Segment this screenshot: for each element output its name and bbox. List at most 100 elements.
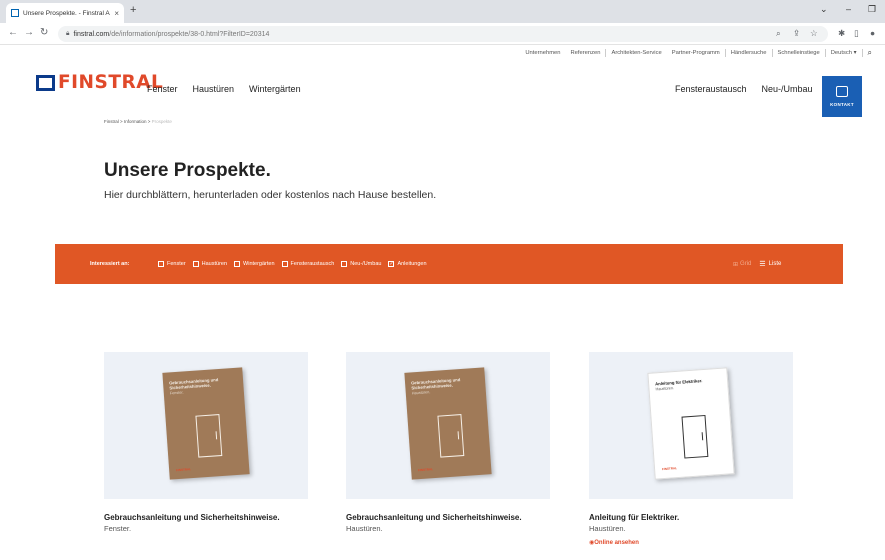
filter-option-label: Anleitungen — [397, 261, 427, 267]
side-panel-icon[interactable]: ▯ — [854, 28, 859, 39]
extensions-puzzle-icon[interactable]: ✱ — [838, 28, 845, 39]
card-subtitle: Haustüren. — [346, 524, 383, 533]
util-link-schnelleinstiege[interactable]: Schnelleinstiege — [773, 50, 825, 56]
nav-fenster[interactable]: Fenster — [147, 84, 178, 94]
finstral-logo[interactable]: FINSTRAL — [36, 73, 163, 92]
brochure-cover: Gebrauchsanleitung und Sicherheitshinwei… — [404, 367, 492, 480]
card-title[interactable]: Gebrauchsanleitung und Sicherheitshinwei… — [346, 512, 526, 523]
url-host: finstral.com — [73, 30, 110, 38]
filter-haustueren[interactable]: Haustüren — [192, 261, 228, 267]
brochure-thumbnail[interactable]: Gebrauchsanleitung und Sicherheitshinwei… — [104, 352, 308, 499]
tab-title: Unsere Prospekte. - Finstral AG — [23, 9, 111, 17]
brochure-cover-logo: FINSTRAL — [418, 467, 434, 473]
browser-tab[interactable]: Unsere Prospekte. - Finstral AG × — [6, 3, 124, 23]
card-subtitle: Haustüren. — [589, 524, 626, 533]
brochure-card[interactable]: Gebrauchsanleitung und Sicherheitshinwei… — [346, 352, 550, 533]
filter-option-label: Fensteraustausch — [290, 261, 335, 267]
address-bar: ← → ↻ 🔒︎ finstral.com/de/information/pro… — [0, 23, 885, 45]
checkbox-icon[interactable] — [192, 261, 199, 267]
minimize-window-icon[interactable]: – — [846, 4, 851, 14]
zoom-magnifier-icon[interactable]: ⌕ — [776, 28, 781, 39]
util-link-architekten-service[interactable]: Architekten-Service — [606, 50, 666, 56]
language-select[interactable]: Deutsch ▾ — [826, 50, 862, 56]
breadcrumb-current: Prospekte — [151, 119, 172, 124]
back-arrow-icon[interactable]: ← — [8, 27, 18, 38]
tab-close-icon[interactable]: × — [114, 9, 119, 18]
lock-icon[interactable]: 🔒︎ — [66, 30, 69, 38]
reload-icon[interactable]: ↻ — [40, 27, 48, 38]
nav-fensteraustausch[interactable]: Fensteraustausch — [675, 84, 747, 94]
grid-icon: ⊞ — [733, 261, 739, 268]
page-title: Unsere Prospekte. — [104, 160, 271, 181]
filter-bar: Interessiert an: Fenster Haustüren Winte… — [55, 244, 843, 284]
door-drawing-icon — [437, 414, 465, 458]
window-drawing-icon — [195, 414, 223, 458]
site-search-icon[interactable]: ⌕ — [863, 48, 877, 58]
brochure-cover-logo: FINSTRAL — [661, 466, 678, 472]
forward-arrow-icon[interactable]: → — [24, 27, 34, 38]
filter-option-label: Wintergärten — [243, 261, 275, 267]
checkbox-icon[interactable] — [158, 261, 164, 267]
filter-neu-umbau[interactable]: Neu-/Umbau — [341, 261, 381, 267]
util-link-unternehmen[interactable]: Unternehmen — [520, 50, 565, 56]
view-list-label: Liste — [768, 261, 782, 267]
breadcrumb-separator: > — [147, 119, 151, 124]
breadcrumb: Finstral > Information > Prospekte — [104, 119, 172, 124]
view-grid-button[interactable]: ⊞ Grid — [733, 261, 751, 268]
brochure-card[interactable]: Gebrauchsanleitung und Sicherheitshinwei… — [104, 352, 308, 533]
filter-anleitungen[interactable]: ✓ Anleitungen — [388, 261, 427, 267]
breadcrumb-finstral[interactable]: Finstral — [104, 119, 119, 124]
chat-bubble-icon — [836, 86, 848, 97]
checkbox-icon[interactable] — [234, 261, 241, 267]
page-subtitle: Hier durchblättern, herunterladen oder k… — [104, 189, 437, 201]
browser-tab-strip: Unsere Prospekte. - Finstral AG × + ⌄ – … — [0, 0, 885, 23]
kontakt-button[interactable]: KONTAKT — [822, 76, 862, 117]
kontakt-label: KONTAKT — [830, 102, 854, 107]
bookmark-star-icon[interactable]: ☆ — [810, 28, 818, 39]
brochure-thumbnail[interactable]: Anleitung für Elektriker. Haustüren. FIN… — [589, 352, 793, 499]
breadcrumb-information[interactable]: Information — [124, 119, 147, 124]
filter-label: Interessiert an: — [90, 261, 130, 267]
card-title[interactable]: Anleitung für Elektriker. — [589, 512, 769, 523]
util-link-referenzen[interactable]: Referenzen — [565, 50, 605, 56]
view-list-button[interactable]: ☰ Liste — [759, 260, 781, 268]
finstral-favicon-icon — [11, 9, 19, 17]
card-title[interactable]: Gebrauchsanleitung und Sicherheitshinwei… — [104, 512, 284, 523]
brochure-cover: Anleitung für Elektriker. Haustüren. FIN… — [647, 367, 735, 480]
profile-avatar-icon[interactable]: ● — [870, 28, 875, 38]
nav-wintergaerten[interactable]: Wintergärten — [249, 84, 301, 94]
nav-neu-umbau[interactable]: Neu-/Umbau — [762, 84, 813, 94]
main-nav: Fenster Haustüren Wintergärten — [147, 84, 316, 94]
secondary-nav: Fensteraustausch Neu-/Umbau — [675, 84, 828, 94]
filter-fensteraustausch[interactable]: Fensteraustausch — [281, 261, 335, 267]
filter-option-label: Neu-/Umbau — [350, 261, 382, 267]
filter-options: Fenster Haustüren Wintergärten Fensterau… — [158, 261, 434, 267]
share-icon[interactable]: ⇪ — [793, 28, 800, 39]
checkbox-icon[interactable] — [281, 261, 288, 267]
brochure-cover: Gebrauchsanleitung und Sicherheitshinwei… — [162, 367, 250, 480]
door-drawing-icon — [681, 414, 709, 459]
filter-option-label: Haustüren — [201, 261, 228, 267]
online-ansehen-link[interactable]: ◉Online ansehen — [589, 539, 793, 546]
view-grid-label: Grid — [740, 261, 752, 267]
util-link-partner-programm[interactable]: Partner-Programm — [667, 50, 725, 56]
filter-wintergaerten[interactable]: Wintergärten — [234, 261, 275, 267]
checkbox-checked-icon[interactable]: ✓ — [388, 261, 395, 267]
card-subtitle: Fenster. — [104, 524, 132, 533]
online-ansehen-label: Online ansehen — [594, 540, 639, 546]
nav-haustueren[interactable]: Haustüren — [193, 84, 235, 94]
restore-window-icon[interactable]: ❐ — [868, 4, 876, 15]
brochure-card[interactable]: Anleitung für Elektriker. Haustüren. FIN… — [589, 352, 793, 546]
url-field[interactable]: 🔒︎ finstral.com/de/information/prospekte… — [58, 26, 828, 42]
checkbox-icon[interactable] — [341, 261, 348, 267]
breadcrumb-separator: > — [120, 119, 123, 124]
new-tab-button[interactable]: + — [130, 4, 136, 16]
filter-option-label: Fenster — [167, 261, 186, 267]
filter-fenster[interactable]: Fenster — [158, 261, 186, 267]
utility-nav: Unternehmen Referenzen Architekten-Servi… — [520, 48, 877, 58]
tab-search-chevron-icon[interactable]: ⌄ — [820, 4, 828, 15]
url-path: /de/information/prospekte/38-0.html?Filt… — [109, 30, 270, 38]
util-link-haendlersuche[interactable]: Händlersuche — [726, 50, 772, 56]
brochure-thumbnail[interactable]: Gebrauchsanleitung und Sicherheitshinwei… — [346, 352, 550, 499]
view-toggle: ⊞ Grid ☰ Liste — [733, 260, 781, 268]
